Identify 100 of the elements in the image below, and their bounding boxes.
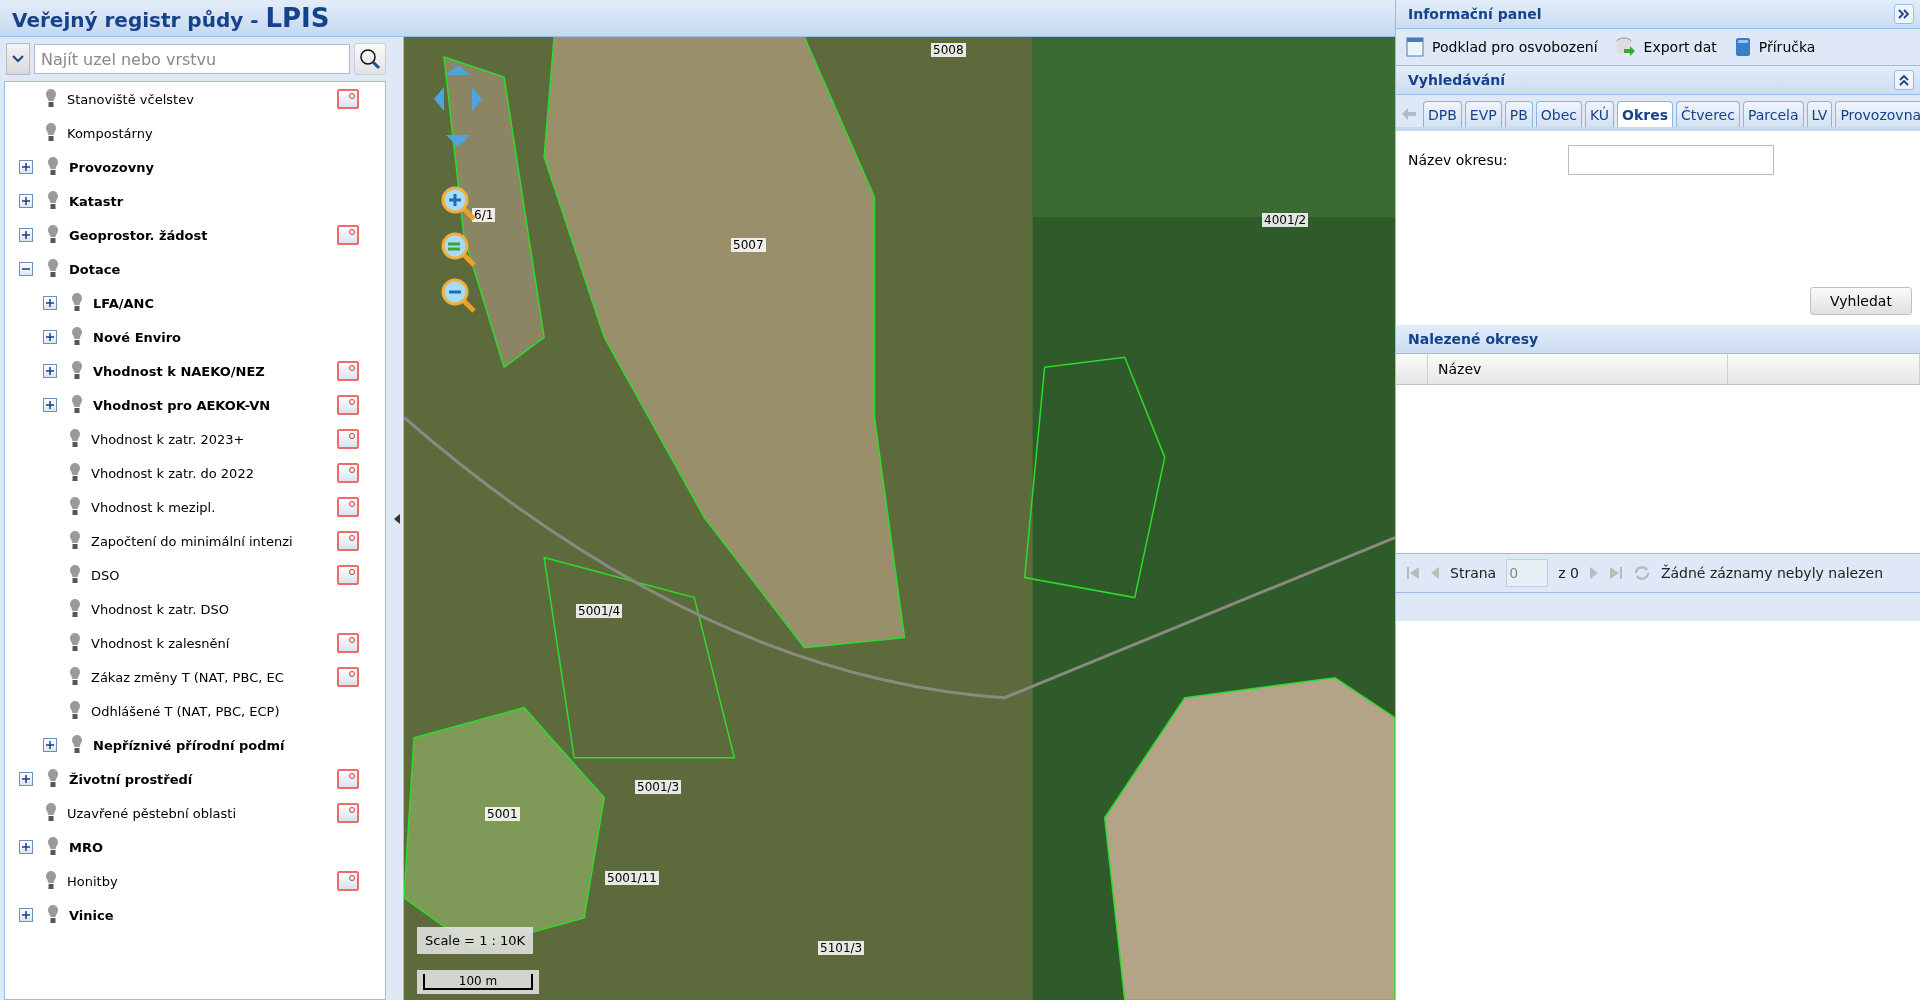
expand-icon[interactable] bbox=[19, 160, 33, 174]
reset-view-icon[interactable] bbox=[440, 231, 478, 269]
layer-label[interactable]: Uzavřené pěstební oblasti bbox=[67, 805, 337, 821]
legend-icon[interactable] bbox=[337, 463, 359, 483]
legend-icon[interactable] bbox=[337, 871, 359, 891]
lightbulb-icon bbox=[71, 394, 83, 416]
search-tab[interactable]: Parcela bbox=[1742, 101, 1804, 127]
search-tab[interactable]: Čtverec bbox=[1676, 101, 1740, 127]
layer-label[interactable]: Stanoviště včelstev bbox=[67, 91, 337, 107]
collapse-button[interactable] bbox=[1894, 70, 1914, 90]
collapse-icon[interactable] bbox=[19, 262, 33, 276]
layer-label[interactable]: Vhodnost k zatr. DSO bbox=[91, 601, 359, 617]
section-title: Nalezené okresy bbox=[1408, 331, 1539, 347]
legend-icon[interactable] bbox=[337, 769, 359, 789]
layer-label[interactable]: Nepříznivé přírodní podmí bbox=[93, 737, 359, 753]
expand-icon[interactable] bbox=[19, 772, 33, 786]
lightbulb-icon bbox=[69, 496, 81, 518]
previous-page-icon[interactable] bbox=[1430, 566, 1440, 580]
legend-icon[interactable] bbox=[337, 565, 359, 585]
expand-icon[interactable] bbox=[43, 398, 57, 412]
toolbar-button[interactable]: Příručka bbox=[1734, 37, 1816, 57]
lightbulb-icon bbox=[69, 666, 81, 688]
layer-label[interactable]: Odhlášené T (NAT, PBC, ECP) bbox=[91, 703, 359, 719]
layer-label[interactable]: Provozovny bbox=[69, 159, 359, 175]
layer-label[interactable]: Vhodnost k zatr. 2023+ bbox=[91, 431, 337, 447]
first-page-icon[interactable] bbox=[1406, 566, 1420, 580]
legend-icon[interactable] bbox=[337, 633, 359, 653]
layer-label[interactable]: Katastr bbox=[69, 193, 359, 209]
app-title: Veřejný registr půdy - LPIS bbox=[12, 3, 330, 33]
next-page-icon[interactable] bbox=[1588, 566, 1599, 580]
expand-icon[interactable] bbox=[19, 194, 33, 208]
layer-label[interactable]: Honitby bbox=[67, 873, 337, 889]
double-chevron-icon bbox=[1898, 9, 1910, 19]
toolbar-button[interactable]: Podklad pro osvobození bbox=[1406, 37, 1598, 57]
panel-title: Informační panel bbox=[1408, 6, 1542, 22]
aerial-map[interactable]: 5008 6/1 4001/2 5007 5001/4 5001/3 5001 5001/11 5101/3 Scale = 1 : 10K 100 m bbox=[403, 37, 1395, 1000]
pan-arrows-icon[interactable] bbox=[432, 63, 484, 149]
search-submit-button[interactable]: Vyhledat bbox=[1810, 287, 1912, 315]
layer-label[interactable]: Vhodnost k mezipl. bbox=[91, 499, 337, 515]
search-tab[interactable]: PB bbox=[1504, 101, 1533, 127]
legend-icon[interactable] bbox=[337, 667, 359, 687]
parcel-label: 5007 bbox=[731, 238, 766, 252]
layer-label[interactable]: Nové Enviro bbox=[93, 329, 359, 345]
search-tab[interactable]: LV bbox=[1806, 101, 1833, 127]
last-page-icon[interactable] bbox=[1608, 566, 1623, 580]
lightbulb-icon bbox=[45, 802, 57, 824]
legend-icon[interactable] bbox=[337, 497, 359, 517]
page-count: z 0 bbox=[1558, 565, 1579, 581]
layer-label[interactable]: Vhodnost k NAEKO/NEZ bbox=[93, 363, 337, 379]
parcel-label: 5001/11 bbox=[605, 871, 659, 885]
search-tab[interactable]: Okres bbox=[1617, 101, 1673, 127]
search-tab[interactable]: KÚ bbox=[1584, 101, 1615, 127]
layer-label[interactable]: Zákaz změny T (NAT, PBC, EC bbox=[91, 669, 337, 685]
legend-icon[interactable] bbox=[337, 225, 359, 245]
expand-icon[interactable] bbox=[43, 738, 57, 752]
layer-label[interactable]: Vhodnost k zalesnění bbox=[91, 635, 337, 651]
search-tab[interactable]: DPB bbox=[1423, 101, 1462, 127]
search-tab[interactable]: Obec bbox=[1535, 101, 1582, 127]
search-tab[interactable]: EVP bbox=[1464, 101, 1502, 127]
page-label: Strana bbox=[1450, 565, 1497, 581]
search-button[interactable] bbox=[354, 43, 386, 75]
zoom-out-icon[interactable] bbox=[440, 277, 478, 315]
collapse-arrow-icon[interactable] bbox=[393, 513, 400, 524]
lightbulb-icon bbox=[69, 530, 81, 552]
refresh-icon[interactable] bbox=[1632, 565, 1651, 581]
parcel-label: 5001 bbox=[485, 807, 520, 821]
search-tab[interactable]: Provozovna bbox=[1835, 101, 1920, 127]
collapse-button[interactable] bbox=[1894, 4, 1914, 24]
legend-icon[interactable] bbox=[337, 89, 359, 109]
layer-label[interactable]: Kompostárny bbox=[67, 125, 359, 141]
expand-icon[interactable] bbox=[19, 908, 33, 922]
chevron-down-icon bbox=[12, 55, 24, 63]
expand-icon[interactable] bbox=[19, 840, 33, 854]
legend-icon[interactable] bbox=[337, 531, 359, 551]
expand-icon[interactable] bbox=[43, 364, 57, 378]
layer-label[interactable]: Započtení do minimální intenzi bbox=[91, 533, 337, 549]
expand-icon[interactable] bbox=[19, 228, 33, 242]
lightbulb-icon bbox=[47, 156, 59, 178]
toolbar-button[interactable]: Export dat bbox=[1615, 37, 1717, 57]
dropdown-button[interactable] bbox=[6, 43, 30, 75]
legend-icon[interactable] bbox=[337, 361, 359, 381]
layer-label[interactable]: MRO bbox=[69, 839, 359, 855]
layer-label[interactable]: Vinice bbox=[69, 907, 359, 923]
arrow-left-icon bbox=[1402, 108, 1416, 120]
lightbulb-icon bbox=[69, 632, 81, 654]
layer-label[interactable]: Vhodnost pro AEKOK-VN bbox=[93, 397, 337, 413]
layer-label[interactable]: LFA/ANC bbox=[93, 295, 359, 311]
legend-icon[interactable] bbox=[337, 803, 359, 823]
layer-label[interactable]: Dotace bbox=[69, 261, 359, 277]
layer-label[interactable]: Geoprostor. žádost bbox=[69, 227, 337, 243]
layer-label[interactable]: DSO bbox=[91, 567, 337, 583]
expand-icon[interactable] bbox=[43, 296, 57, 310]
district-name-field[interactable] bbox=[1568, 145, 1774, 175]
search-field[interactable]: Najít uzel nebo vrstvu bbox=[34, 44, 350, 74]
layer-label[interactable]: Životní prostředí bbox=[69, 771, 337, 787]
legend-icon[interactable] bbox=[337, 395, 359, 415]
legend-icon[interactable] bbox=[337, 429, 359, 449]
expand-icon[interactable] bbox=[43, 330, 57, 344]
layer-label[interactable]: Vhodnost k zatr. do 2022 bbox=[91, 465, 337, 481]
form-icon bbox=[1406, 37, 1424, 57]
